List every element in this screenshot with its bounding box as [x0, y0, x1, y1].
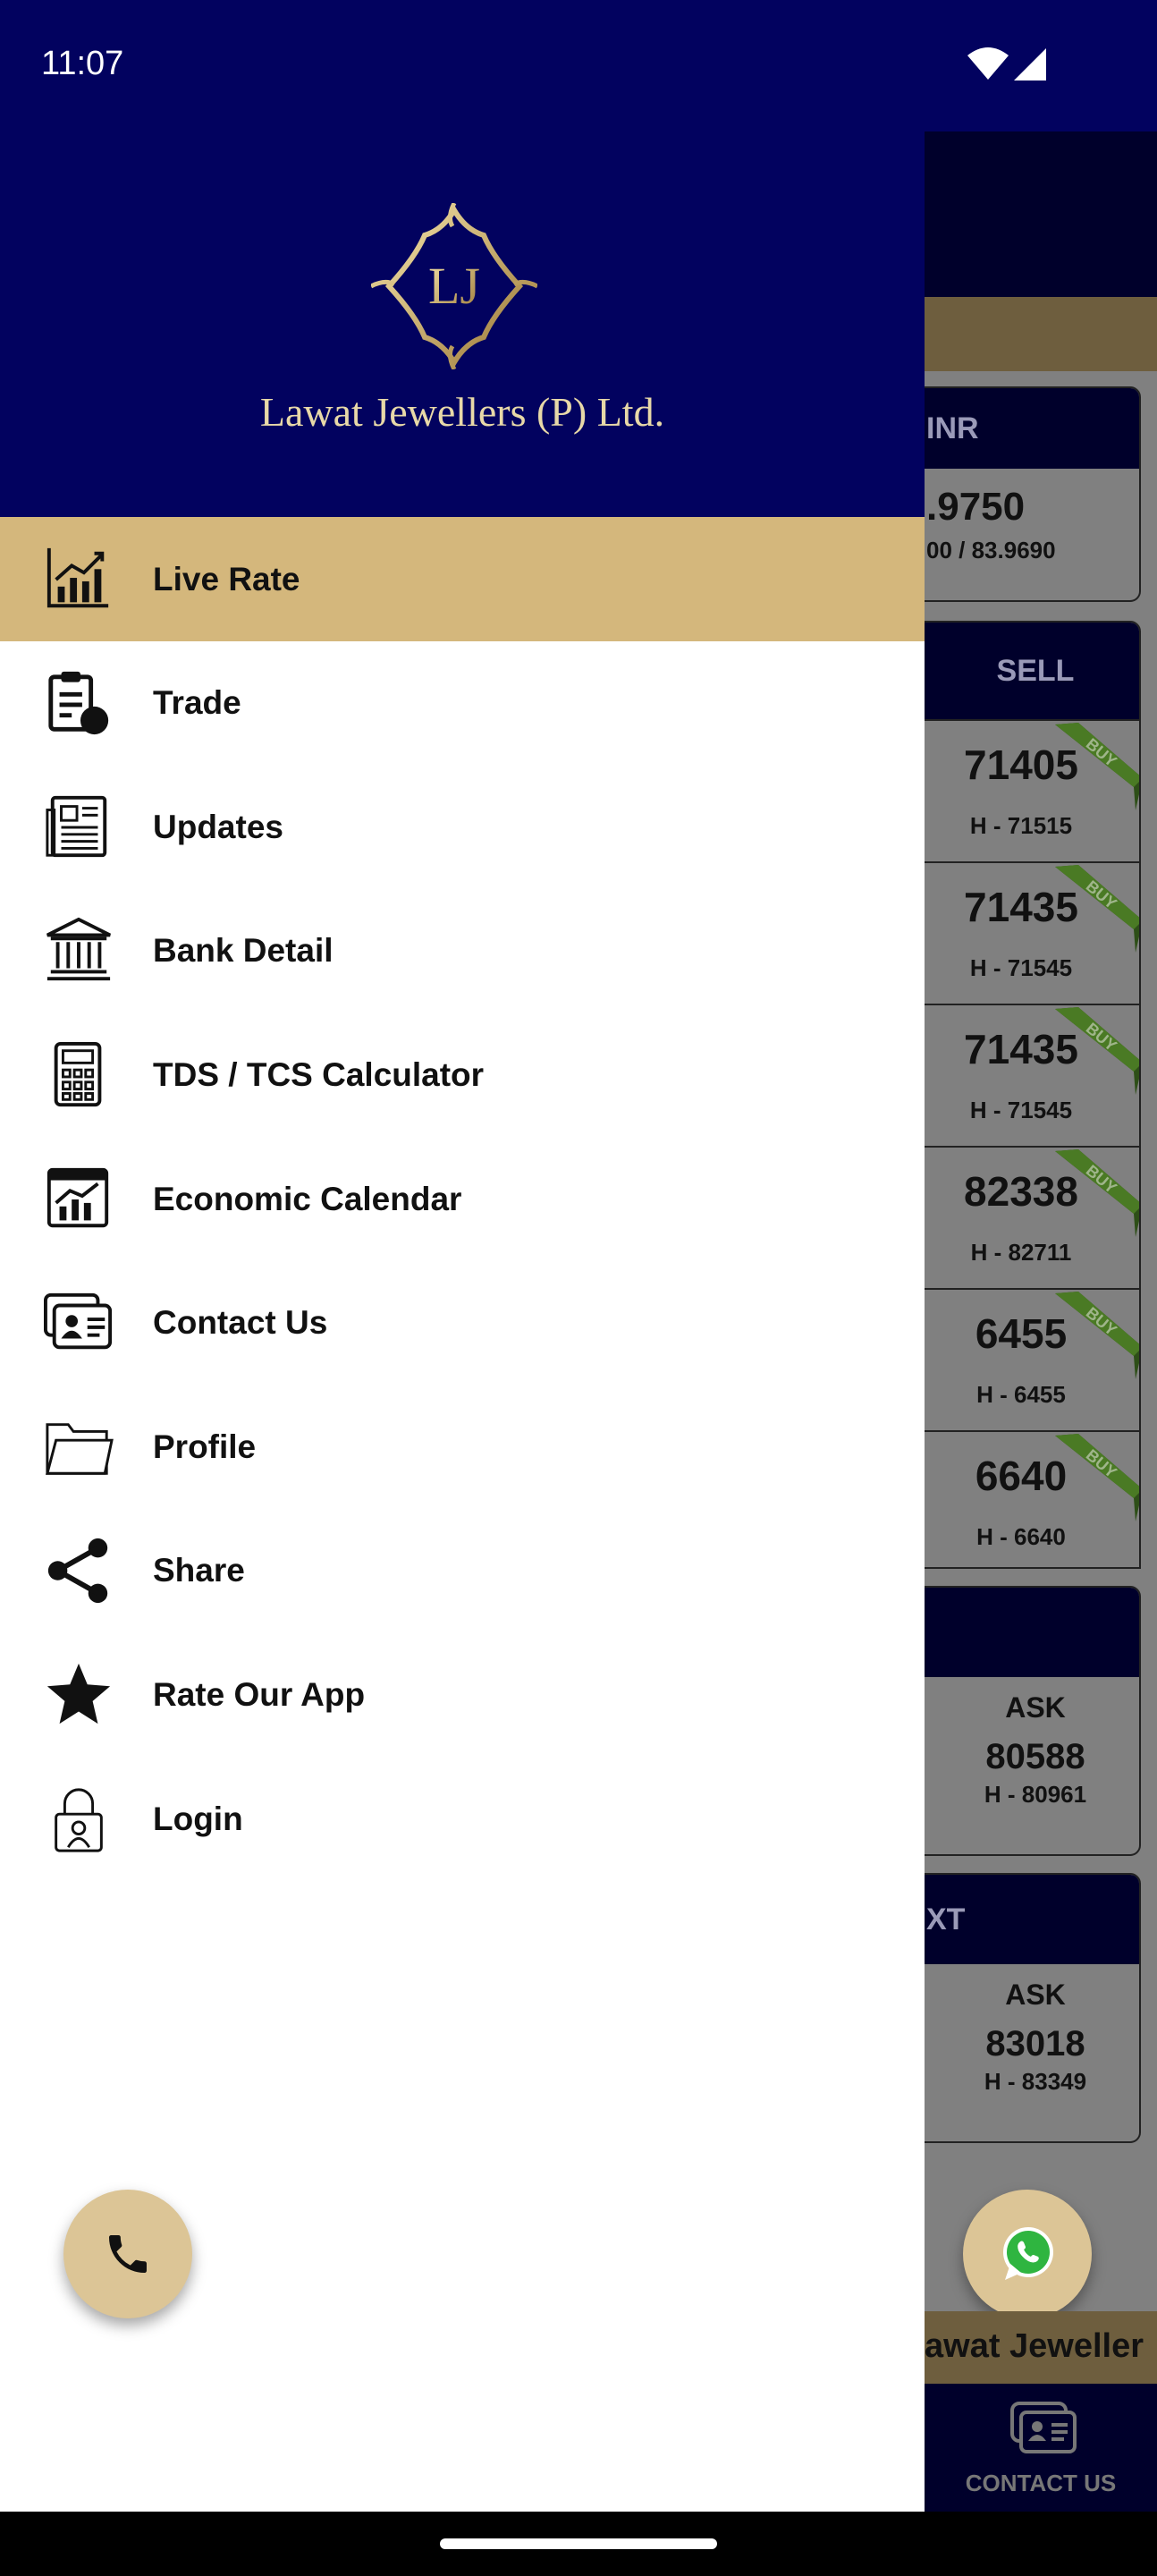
buy-ribbon[interactable]: BUY	[1046, 863, 1141, 953]
bottom-nav-contact[interactable]: CONTACT US	[925, 2384, 1157, 2512]
drawer-item-label: Rate Our App	[153, 1675, 366, 1713]
contact-card-icon	[43, 1287, 114, 1359]
marquee-text: awat Jeweller	[925, 2327, 1144, 2365]
drawer-item-label: Updates	[153, 808, 283, 845]
drawer-item-label: Trade	[153, 684, 241, 722]
drawer-item-contact-us[interactable]: Contact Us	[0, 1261, 925, 1385]
buy-ribbon[interactable]: BUY	[1046, 1148, 1141, 1237]
drawer-item-tds-tcs-calculator[interactable]: TDS / TCS Calculator	[0, 1013, 925, 1137]
drawer-item-live-rate[interactable]: Live Rate	[0, 517, 925, 641]
buy-ribbon[interactable]: BUY	[1046, 721, 1141, 810]
drawer-item-login[interactable]: Login	[0, 1757, 925, 1881]
status-bar: 11:07	[0, 0, 1157, 131]
drawer-item-profile[interactable]: Profile	[0, 1385, 925, 1509]
wifi-icon	[967, 47, 1009, 80]
star-icon	[43, 1659, 114, 1731]
drawer-header: LJ Lawat Jewellers (P) Ltd.	[0, 131, 925, 517]
calendar-chart-icon	[43, 1164, 114, 1235]
drawer-item-label: Login	[153, 1800, 243, 1837]
home-handle[interactable]	[440, 2538, 717, 2549]
calculator-icon	[43, 1039, 114, 1111]
drawer-item-rate-our-app[interactable]: Rate Our App	[0, 1632, 925, 1757]
bank-icon	[43, 915, 114, 987]
drawer-item-economic-calendar[interactable]: Economic Calendar	[0, 1137, 925, 1261]
lock-user-icon	[43, 1784, 114, 1855]
folder-icon	[43, 1411, 114, 1483]
clipboard-chart-icon	[43, 667, 114, 739]
call-button[interactable]	[63, 2190, 192, 2318]
newspaper-icon	[43, 792, 114, 863]
drawer-item-label: Share	[153, 1552, 245, 1589]
drawer-item-label: Contact Us	[153, 1304, 328, 1342]
app-header	[925, 131, 1157, 297]
drawer-item-updates[interactable]: Updates	[0, 765, 925, 889]
drawer-item-label: Economic Calendar	[153, 1180, 462, 1217]
drawer-item-bank-detail[interactable]: Bank Detail	[0, 889, 925, 1013]
top-band	[925, 297, 1157, 371]
share-icon	[43, 1535, 114, 1606]
drawer-item-trade[interactable]: Trade	[0, 641, 925, 766]
phone-icon	[109, 2235, 147, 2273]
logo-monogram: LJ	[428, 257, 480, 315]
chart-icon	[43, 544, 114, 615]
drawer-item-label: Profile	[153, 1428, 257, 1465]
whatsapp-icon	[1003, 2227, 1053, 2280]
brand-name: Lawat Jewellers (P) Ltd.	[259, 389, 665, 435]
buy-ribbon[interactable]: BUY	[1046, 1290, 1141, 1379]
whatsapp-button[interactable]	[963, 2190, 1092, 2318]
drawer-item-label: Bank Detail	[153, 932, 334, 970]
marquee-band: awat Jeweller	[925, 2311, 1157, 2384]
drawer-item-label: TDS / TCS Calculator	[153, 1055, 485, 1093]
bottom-nav-label: CONTACT US	[965, 2470, 1117, 2496]
buy-ribbon[interactable]: BUY	[1046, 1432, 1141, 1521]
drawer-item-share[interactable]: Share	[0, 1509, 925, 1633]
brand-logo: LJ	[371, 203, 537, 369]
signal-icon	[1014, 48, 1046, 80]
drawer-item-label: Live Rate	[153, 560, 300, 597]
status-time: 11:07	[41, 45, 124, 82]
buy-ribbon[interactable]: BUY	[1046, 1005, 1141, 1095]
contact-card-icon	[1010, 2402, 1077, 2453]
navigation-drawer: LJ Lawat Jewellers (P) Ltd. Live Rate Tra…	[0, 131, 925, 2512]
